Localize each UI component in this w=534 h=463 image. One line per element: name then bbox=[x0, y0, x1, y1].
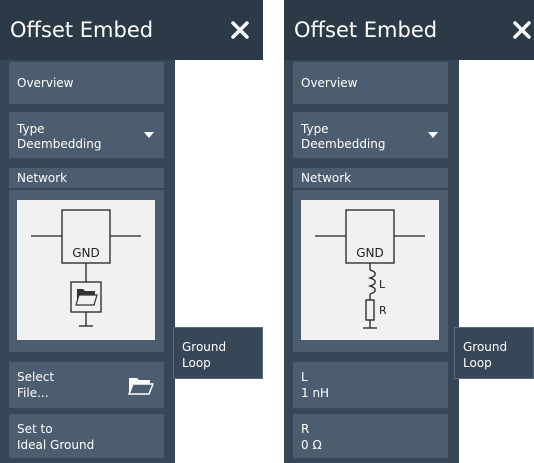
title-bar: Offset Embed bbox=[0, 0, 263, 60]
network-diagram-box: GND L R bbox=[293, 190, 448, 352]
overview-button[interactable]: Overview bbox=[293, 62, 448, 104]
network-diagram-box: GND bbox=[9, 190, 164, 352]
ideal-ground-line2: Ideal Ground bbox=[17, 438, 95, 452]
type-dropdown[interactable]: Type Deembedding bbox=[9, 112, 164, 158]
dropdown-arrow-icon bbox=[144, 132, 154, 138]
network-section-label: Network bbox=[9, 168, 164, 188]
resistance-label: R bbox=[301, 422, 310, 436]
type-label: Type bbox=[301, 122, 329, 136]
type-value: Deembedding bbox=[301, 137, 386, 151]
resistance-field[interactable]: R 0 Ω bbox=[293, 414, 448, 458]
folder-icon bbox=[75, 289, 98, 306]
gnd-label: GND bbox=[72, 246, 100, 260]
panel-title: Offset Embed bbox=[10, 18, 154, 42]
network-diagram: GND L R bbox=[301, 200, 439, 340]
ground-loop-line1: Ground bbox=[182, 340, 227, 354]
ground-loop-button[interactable]: Ground Loop bbox=[173, 327, 263, 379]
overview-button[interactable]: Overview bbox=[9, 62, 164, 104]
ground-loop-line2: Loop bbox=[463, 356, 492, 370]
title-bar: Offset Embed bbox=[284, 0, 534, 60]
resistance-value: 0 Ω bbox=[301, 438, 322, 452]
network-section-label: Network bbox=[293, 168, 448, 188]
ground-loop-button[interactable]: Ground Loop bbox=[454, 327, 534, 379]
select-file-button[interactable]: Select File... bbox=[9, 362, 164, 408]
type-dropdown[interactable]: Type Deembedding bbox=[293, 112, 448, 158]
select-file-line1: Select bbox=[17, 370, 55, 384]
type-label: Type bbox=[17, 122, 45, 136]
ground-loop-line1: Ground bbox=[463, 340, 508, 354]
panel-title: Offset Embed bbox=[294, 18, 438, 42]
folder-icon bbox=[128, 378, 154, 395]
dropdown-arrow-icon bbox=[428, 132, 438, 138]
inductor-label: L bbox=[379, 278, 386, 291]
set-ideal-ground-button[interactable]: Set to Ideal Ground bbox=[9, 414, 164, 458]
resistor-symbol bbox=[365, 299, 375, 321]
close-icon[interactable] bbox=[508, 16, 534, 44]
resistor-label: R bbox=[379, 304, 387, 317]
ideal-ground-line1: Set to bbox=[17, 422, 53, 436]
close-icon[interactable] bbox=[226, 16, 254, 44]
inductance-field[interactable]: L 1 nH bbox=[293, 362, 448, 408]
select-file-line2: File... bbox=[17, 386, 49, 400]
inductor-symbol bbox=[367, 269, 376, 295]
ground-loop-line2: Loop bbox=[182, 356, 211, 370]
overview-label: Overview bbox=[301, 76, 358, 90]
overview-label: Overview bbox=[17, 76, 74, 90]
gnd-label: GND bbox=[356, 246, 384, 260]
inductance-value: 1 nH bbox=[301, 386, 330, 400]
inductance-label: L bbox=[301, 370, 308, 384]
type-value: Deembedding bbox=[17, 137, 102, 151]
network-diagram: GND bbox=[17, 200, 155, 340]
